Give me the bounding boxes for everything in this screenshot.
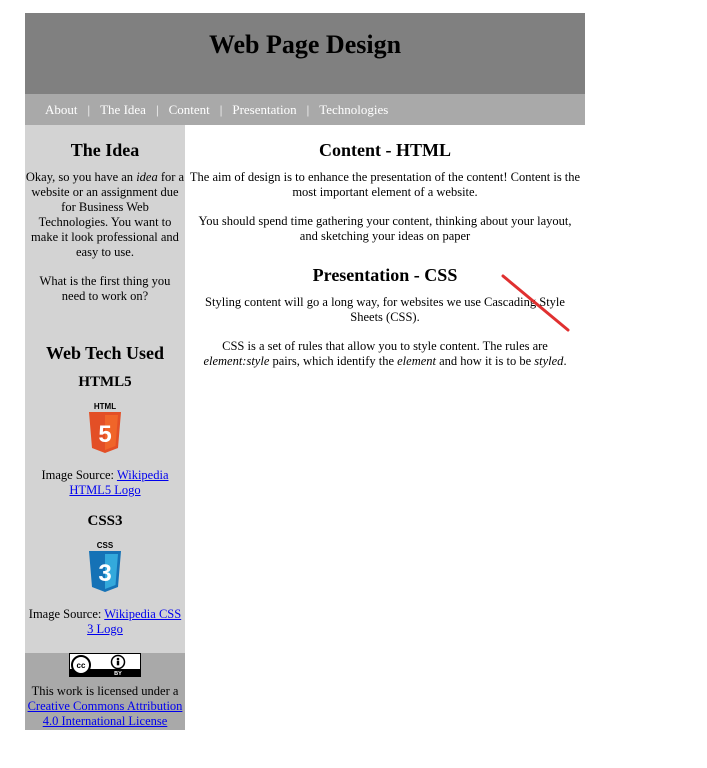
svg-text:5: 5: [98, 421, 111, 448]
sidebar: The Idea Okay, so you have an idea for a…: [25, 125, 185, 730]
presentation-paragraph-2: CSS is a set of rules that allow you to …: [203, 339, 567, 368]
creative-commons-badge[interactable]: cc BY: [69, 653, 141, 677]
svg-text:HTML: HTML: [94, 402, 116, 411]
presentation-heading: Presentation - CSS: [312, 265, 458, 285]
css3-heading: CSS3: [87, 513, 123, 529]
html5-logo-icon: HTML 5: [89, 402, 121, 453]
content-heading: Content - HTML: [319, 140, 451, 160]
nav-link-content[interactable]: Content: [163, 102, 216, 118]
html5-source: Image Source: Wikipedia HTML5 Logo: [41, 468, 169, 497]
nav-separator: |: [87, 101, 91, 117]
license-section: cc BY This work is licensed under a Crea…: [25, 653, 185, 730]
main-content: Content - HTML The aim of design is to e…: [185, 125, 585, 383]
nav-separator: |: [219, 101, 223, 117]
nav-separator: |: [306, 101, 310, 117]
css3-logo-icon: CSS 3: [89, 541, 121, 592]
sidebar-tech-heading: Web Tech Used: [45, 343, 165, 363]
html5-heading: HTML5: [78, 374, 132, 390]
sidebar-question: What is the first thing you need to work…: [39, 274, 171, 303]
svg-text:CSS: CSS: [97, 541, 114, 550]
nav-link-presentation[interactable]: Presentation: [226, 102, 302, 118]
site-header: Web Page Design: [25, 13, 585, 94]
sidebar-idea-text: Okay, so you have an idea for a website …: [25, 170, 185, 259]
svg-text:cc: cc: [77, 661, 86, 670]
content-paragraph-1: The aim of design is to enhance the pres…: [189, 170, 581, 199]
content-columns: The Idea Okay, so you have an idea for a…: [25, 125, 585, 730]
nav-separator: |: [155, 101, 159, 117]
page: Web Page Design About | The Idea | Conte…: [25, 13, 585, 730]
cc-by-icon: cc BY: [70, 654, 140, 676]
content-paragraph-2: You should spend time gathering your con…: [198, 214, 572, 243]
svg-text:BY: BY: [114, 671, 122, 676]
site-title: Web Page Design: [208, 30, 402, 59]
nav-bar: About | The Idea | Content | Presentatio…: [25, 94, 585, 125]
css3-source: Image Source: Wikipedia CSS 3 Logo: [28, 607, 182, 636]
license-text: This work is licensed under a Creative C…: [27, 684, 183, 728]
svg-text:3: 3: [98, 560, 111, 587]
nav-link-about[interactable]: About: [39, 102, 84, 118]
nav-link-the-idea[interactable]: The Idea: [94, 102, 152, 118]
presentation-paragraph-1: Styling content will go a long way, for …: [205, 295, 565, 324]
license-link[interactable]: Creative Commons Attribution 4.0 Interna…: [28, 699, 183, 728]
nav-link-technologies[interactable]: Technologies: [313, 102, 394, 118]
sidebar-idea-heading: The Idea: [70, 140, 140, 160]
